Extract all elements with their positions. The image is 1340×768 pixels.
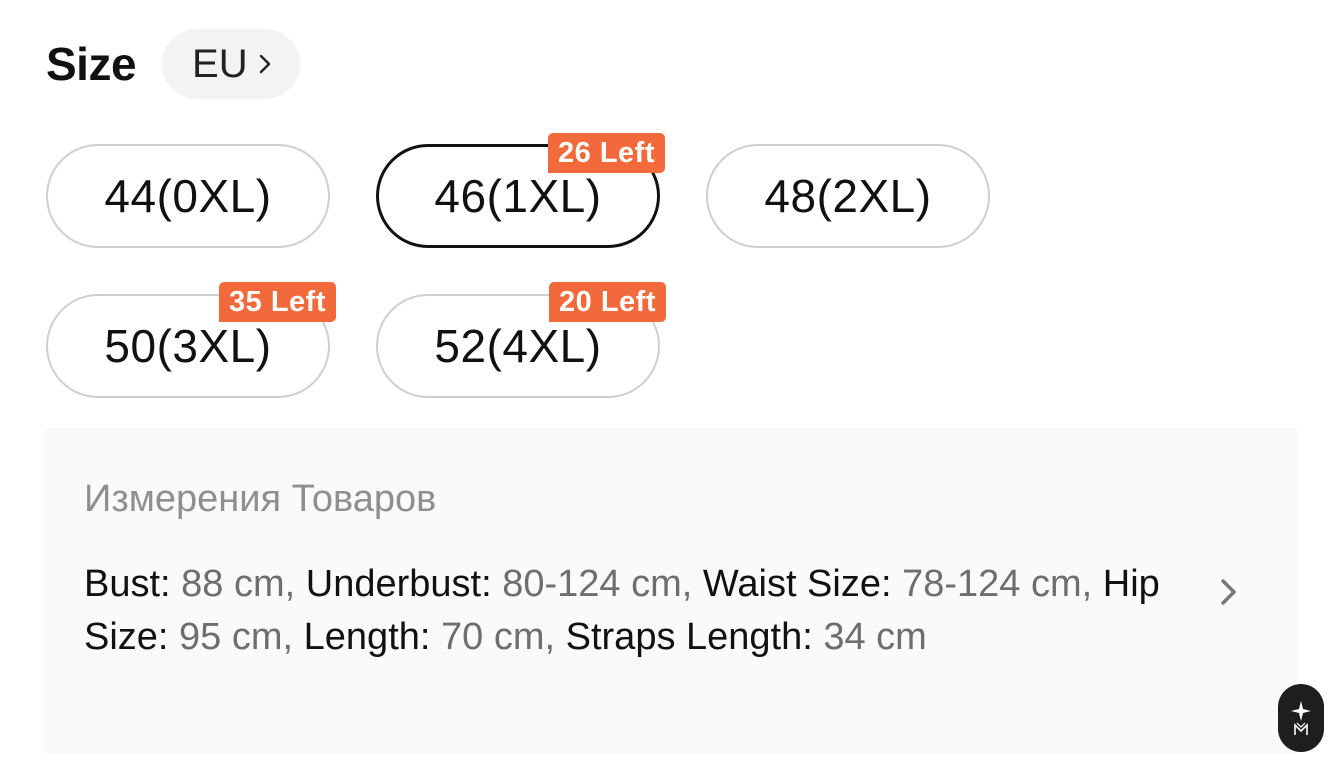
measurement-value: 95 cm xyxy=(179,616,283,658)
measurements-heading: Измерения Товаров xyxy=(84,478,437,520)
size-option-label: 50(3XL) xyxy=(104,320,272,372)
stock-left-badge: 26 Left xyxy=(548,133,665,173)
measurement-key: Underbust: xyxy=(305,563,492,605)
size-header: Size EU xyxy=(46,28,300,100)
measurement-key: Bust: xyxy=(84,563,171,605)
measurement-key: Length: xyxy=(303,616,431,658)
measurements-text: Bust: 88 cm, Underbust: 80-124 cm, Waist… xyxy=(84,563,1160,658)
size-option-48[interactable]: 48(2XL) xyxy=(706,144,990,248)
size-region-label: EU xyxy=(192,41,248,86)
size-option-46[interactable]: 46(1XL) 26 Left xyxy=(376,133,665,248)
chevron-right-icon xyxy=(259,54,270,74)
size-title: Size xyxy=(46,38,137,90)
stock-left-badge: 35 Left xyxy=(219,282,336,322)
size-region-button[interactable]: EU xyxy=(162,29,300,99)
product-measurements-panel[interactable]: Измерения Товаров Bust: 88 cm, Underbust… xyxy=(44,428,1298,754)
stock-left-badge: 20 Left xyxy=(549,282,666,322)
size-option-50[interactable]: 50(3XL) 35 Left xyxy=(46,282,336,398)
size-option-label: 52(4XL) xyxy=(434,320,602,372)
assistant-logo-icon xyxy=(1291,701,1311,735)
size-option-44[interactable]: 44(0XL) xyxy=(46,144,330,248)
floating-assistant-button[interactable] xyxy=(1278,684,1324,752)
size-option-52[interactable]: 52(4XL) 20 Left xyxy=(376,282,666,398)
measurement-value: 78-124 cm xyxy=(902,563,1082,605)
measurement-value: 70 cm xyxy=(441,616,545,658)
measurement-value: 88 cm xyxy=(181,563,285,605)
measurement-key: Waist Size: xyxy=(702,563,892,605)
measurement-value: 34 cm xyxy=(823,616,927,658)
measurement-value: 80-124 cm xyxy=(502,563,682,605)
size-option-label: 44(0XL) xyxy=(104,170,272,222)
size-option-label: 46(1XL) xyxy=(434,170,602,222)
chevron-right-icon xyxy=(1221,579,1236,605)
size-option-label: 48(2XL) xyxy=(764,170,932,222)
measurement-key: Straps Length: xyxy=(565,616,813,658)
